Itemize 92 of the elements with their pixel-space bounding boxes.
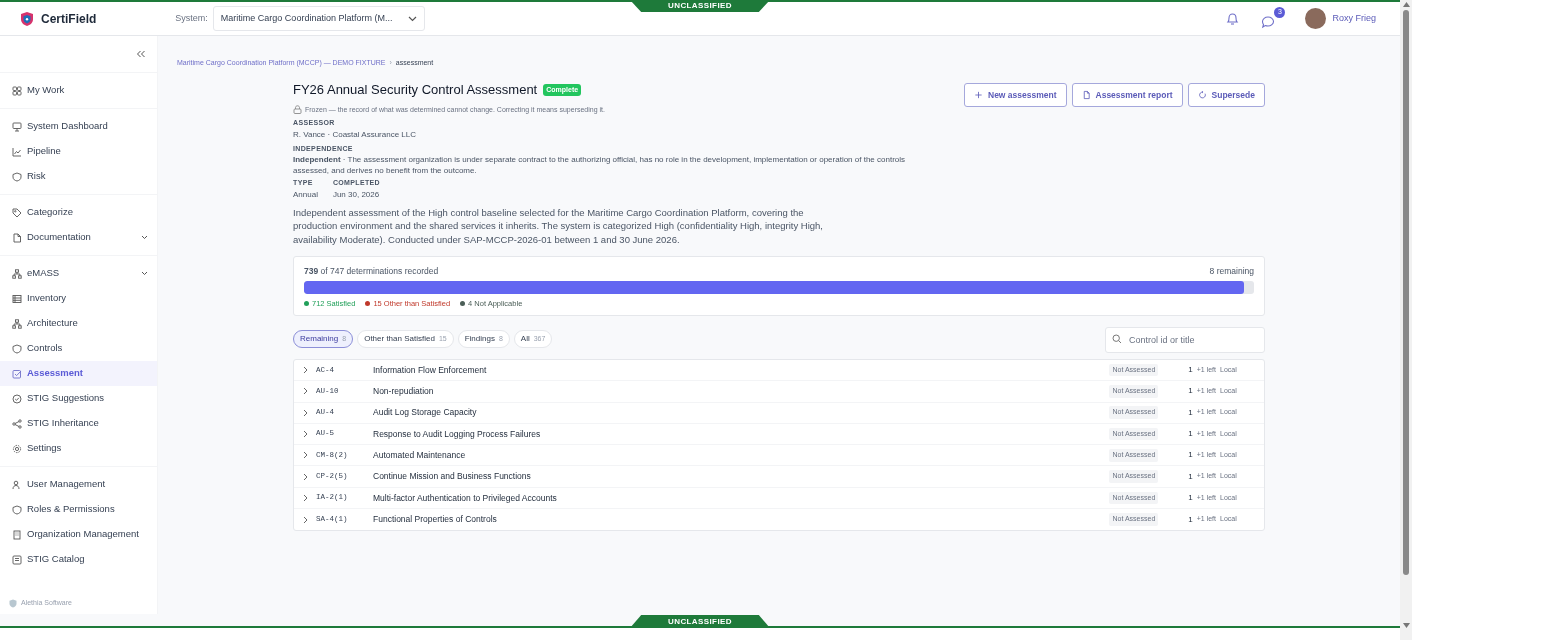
user-name[interactable]: Roxy Frieg — [1332, 11, 1376, 26]
shield-icon — [12, 343, 22, 354]
assessor-value: R. Vance · Coastal Assurance LLC — [293, 128, 418, 141]
sidebar-item[interactable]: Pipeline — [0, 139, 157, 164]
type-value: Annual — [293, 188, 318, 201]
shield-logo-icon — [9, 598, 17, 608]
control-title: Multi-factor Authentication to Privileged Accounts — [373, 491, 558, 505]
chat-bubble-icon — [1261, 14, 1276, 29]
determination-count: 1 — [1188, 364, 1193, 377]
share-icon — [12, 418, 22, 429]
determination-count: 1 — [1188, 428, 1193, 441]
determination-count: 1 — [1188, 406, 1193, 419]
sidebar-item[interactable]: eMASS — [0, 261, 157, 286]
control-title: Non-repudiation — [373, 385, 435, 398]
sidebar-item[interactable]: Inventory — [0, 286, 157, 311]
assessment-description: Independent assessment of the High control baseline selected for the Maritime Cargo Coordination Platform, covering the production environment and the shared services it inherits. The system is categorized High (confidentiality High, integrity High, availability Moderate). Conducted under SAP-MCCP-2026-01 between 1 and 30 June 2026. — [293, 205, 824, 246]
sidebar-item[interactable]: Architecture — [0, 311, 157, 336]
action-button[interactable]: Supersede — [1187, 83, 1265, 107]
sidebar-item[interactable]: Documentation — [0, 225, 157, 250]
control-title: Response to Audit Logging Process Failures — [373, 427, 542, 441]
chevron-right-icon[interactable] — [303, 408, 308, 417]
action-button[interactable]: New assessment — [964, 83, 1067, 107]
tag-icon — [12, 207, 22, 218]
scrollbar[interactable] — [1400, 0, 1412, 640]
hierarchy-icon — [12, 268, 22, 279]
chevron-right-icon[interactable] — [303, 451, 308, 460]
control-title: Functional Properties of Controls — [373, 513, 498, 527]
hierarchy-icon — [12, 318, 22, 329]
remaining-count: 8 remaining — [1209, 265, 1254, 278]
sidebar-item[interactable]: Organization Management — [0, 522, 157, 547]
classification-banner: UNCLASSIFIED — [630, 0, 770, 12]
sidebar-item[interactable]: Assessment — [0, 361, 157, 386]
control-title: Automated Maintenance — [373, 448, 467, 462]
chevron-down-icon — [407, 15, 417, 22]
catalog-icon — [12, 554, 22, 565]
scroll-up-icon[interactable] — [1402, 2, 1410, 7]
bell-icon[interactable] — [1226, 11, 1240, 26]
determination-count: 1 — [1188, 491, 1193, 504]
completed-date: Jun 30, 2026 — [332, 188, 381, 201]
control-title: Continue Mission and Business Functions — [373, 470, 532, 483]
settings-icon — [12, 443, 22, 454]
search-icon — [1112, 334, 1122, 344]
determination-count: 1 — [1188, 449, 1193, 462]
rotate-icon — [1197, 90, 1207, 100]
chevron-right-icon[interactable] — [303, 472, 308, 481]
grid-icon — [12, 85, 22, 96]
sidebar-item[interactable]: My Work — [0, 78, 157, 103]
chevron-right-icon[interactable] — [303, 430, 308, 439]
plus-icon — [974, 90, 983, 100]
shield-icon — [12, 171, 22, 182]
determination-count: 1 — [1188, 513, 1193, 526]
assessment-title: FY26 Annual Security Control Assessment — [293, 81, 538, 99]
progress-summary: 739 of 747 determinations recorded — [304, 265, 439, 278]
shield-logo-icon — [20, 10, 34, 27]
sidebar-item[interactable]: User Management — [0, 472, 157, 497]
control-title: Information Flow Enforcement — [373, 363, 488, 377]
list-icon — [12, 293, 22, 304]
sidebar-item[interactable]: STIG Inheritance — [0, 411, 157, 436]
sidebar-item[interactable]: Categorize — [0, 200, 157, 225]
sidebar-item[interactable]: Roles & Permissions — [0, 497, 157, 522]
system-label: System: — [175, 11, 208, 25]
line-chart-icon — [12, 146, 22, 157]
chevron-right-icon[interactable] — [303, 515, 308, 524]
sidebar-item[interactable]: STIG Catalog — [0, 547, 157, 572]
chevron-right-icon[interactable] — [303, 366, 308, 375]
sidebar-item[interactable]: STIG Suggestions — [0, 386, 157, 411]
independence-value: Independent · The assessment organization is under separate contract to the authorizing official, has no role in the development, implementation or operation of the controls assessed, and derives no benefit from the outcome. — [293, 154, 907, 176]
sidebar-item[interactable]: System Dashboard — [0, 114, 157, 139]
padlock-icon — [293, 105, 302, 115]
checkbox-icon — [12, 368, 22, 379]
user-avatar[interactable] — [1305, 8, 1327, 29]
chevron-right-icon[interactable] — [303, 493, 308, 502]
sidebar-item[interactable]: Risk — [0, 164, 157, 189]
scroll-down-icon[interactable] — [1402, 623, 1410, 628]
user-icon — [12, 479, 22, 490]
shield-icon — [12, 504, 22, 515]
sidebar-item[interactable]: Settings — [0, 436, 157, 461]
building-icon — [12, 529, 22, 540]
monitor-icon — [12, 121, 22, 132]
control-title: Audit Log Storage Capacity — [373, 406, 478, 420]
check-circle-icon — [12, 393, 22, 404]
system-select[interactable]: Maritime Cargo Coordination Platform (M... — [212, 6, 425, 31]
document-icon — [1081, 90, 1091, 100]
chevron-right-icon[interactable] — [303, 387, 308, 396]
sidebar-item[interactable]: Controls — [0, 336, 157, 361]
determination-count: 1 — [1188, 385, 1193, 398]
action-button[interactable]: Assessment report — [1071, 83, 1183, 107]
app-name: CertiField — [41, 10, 97, 28]
determination-count: 1 — [1188, 470, 1193, 483]
search-field[interactable]: Control id or title — [1105, 327, 1265, 353]
classification-banner: UNCLASSIFIED — [630, 615, 770, 628]
document-icon — [12, 232, 22, 243]
